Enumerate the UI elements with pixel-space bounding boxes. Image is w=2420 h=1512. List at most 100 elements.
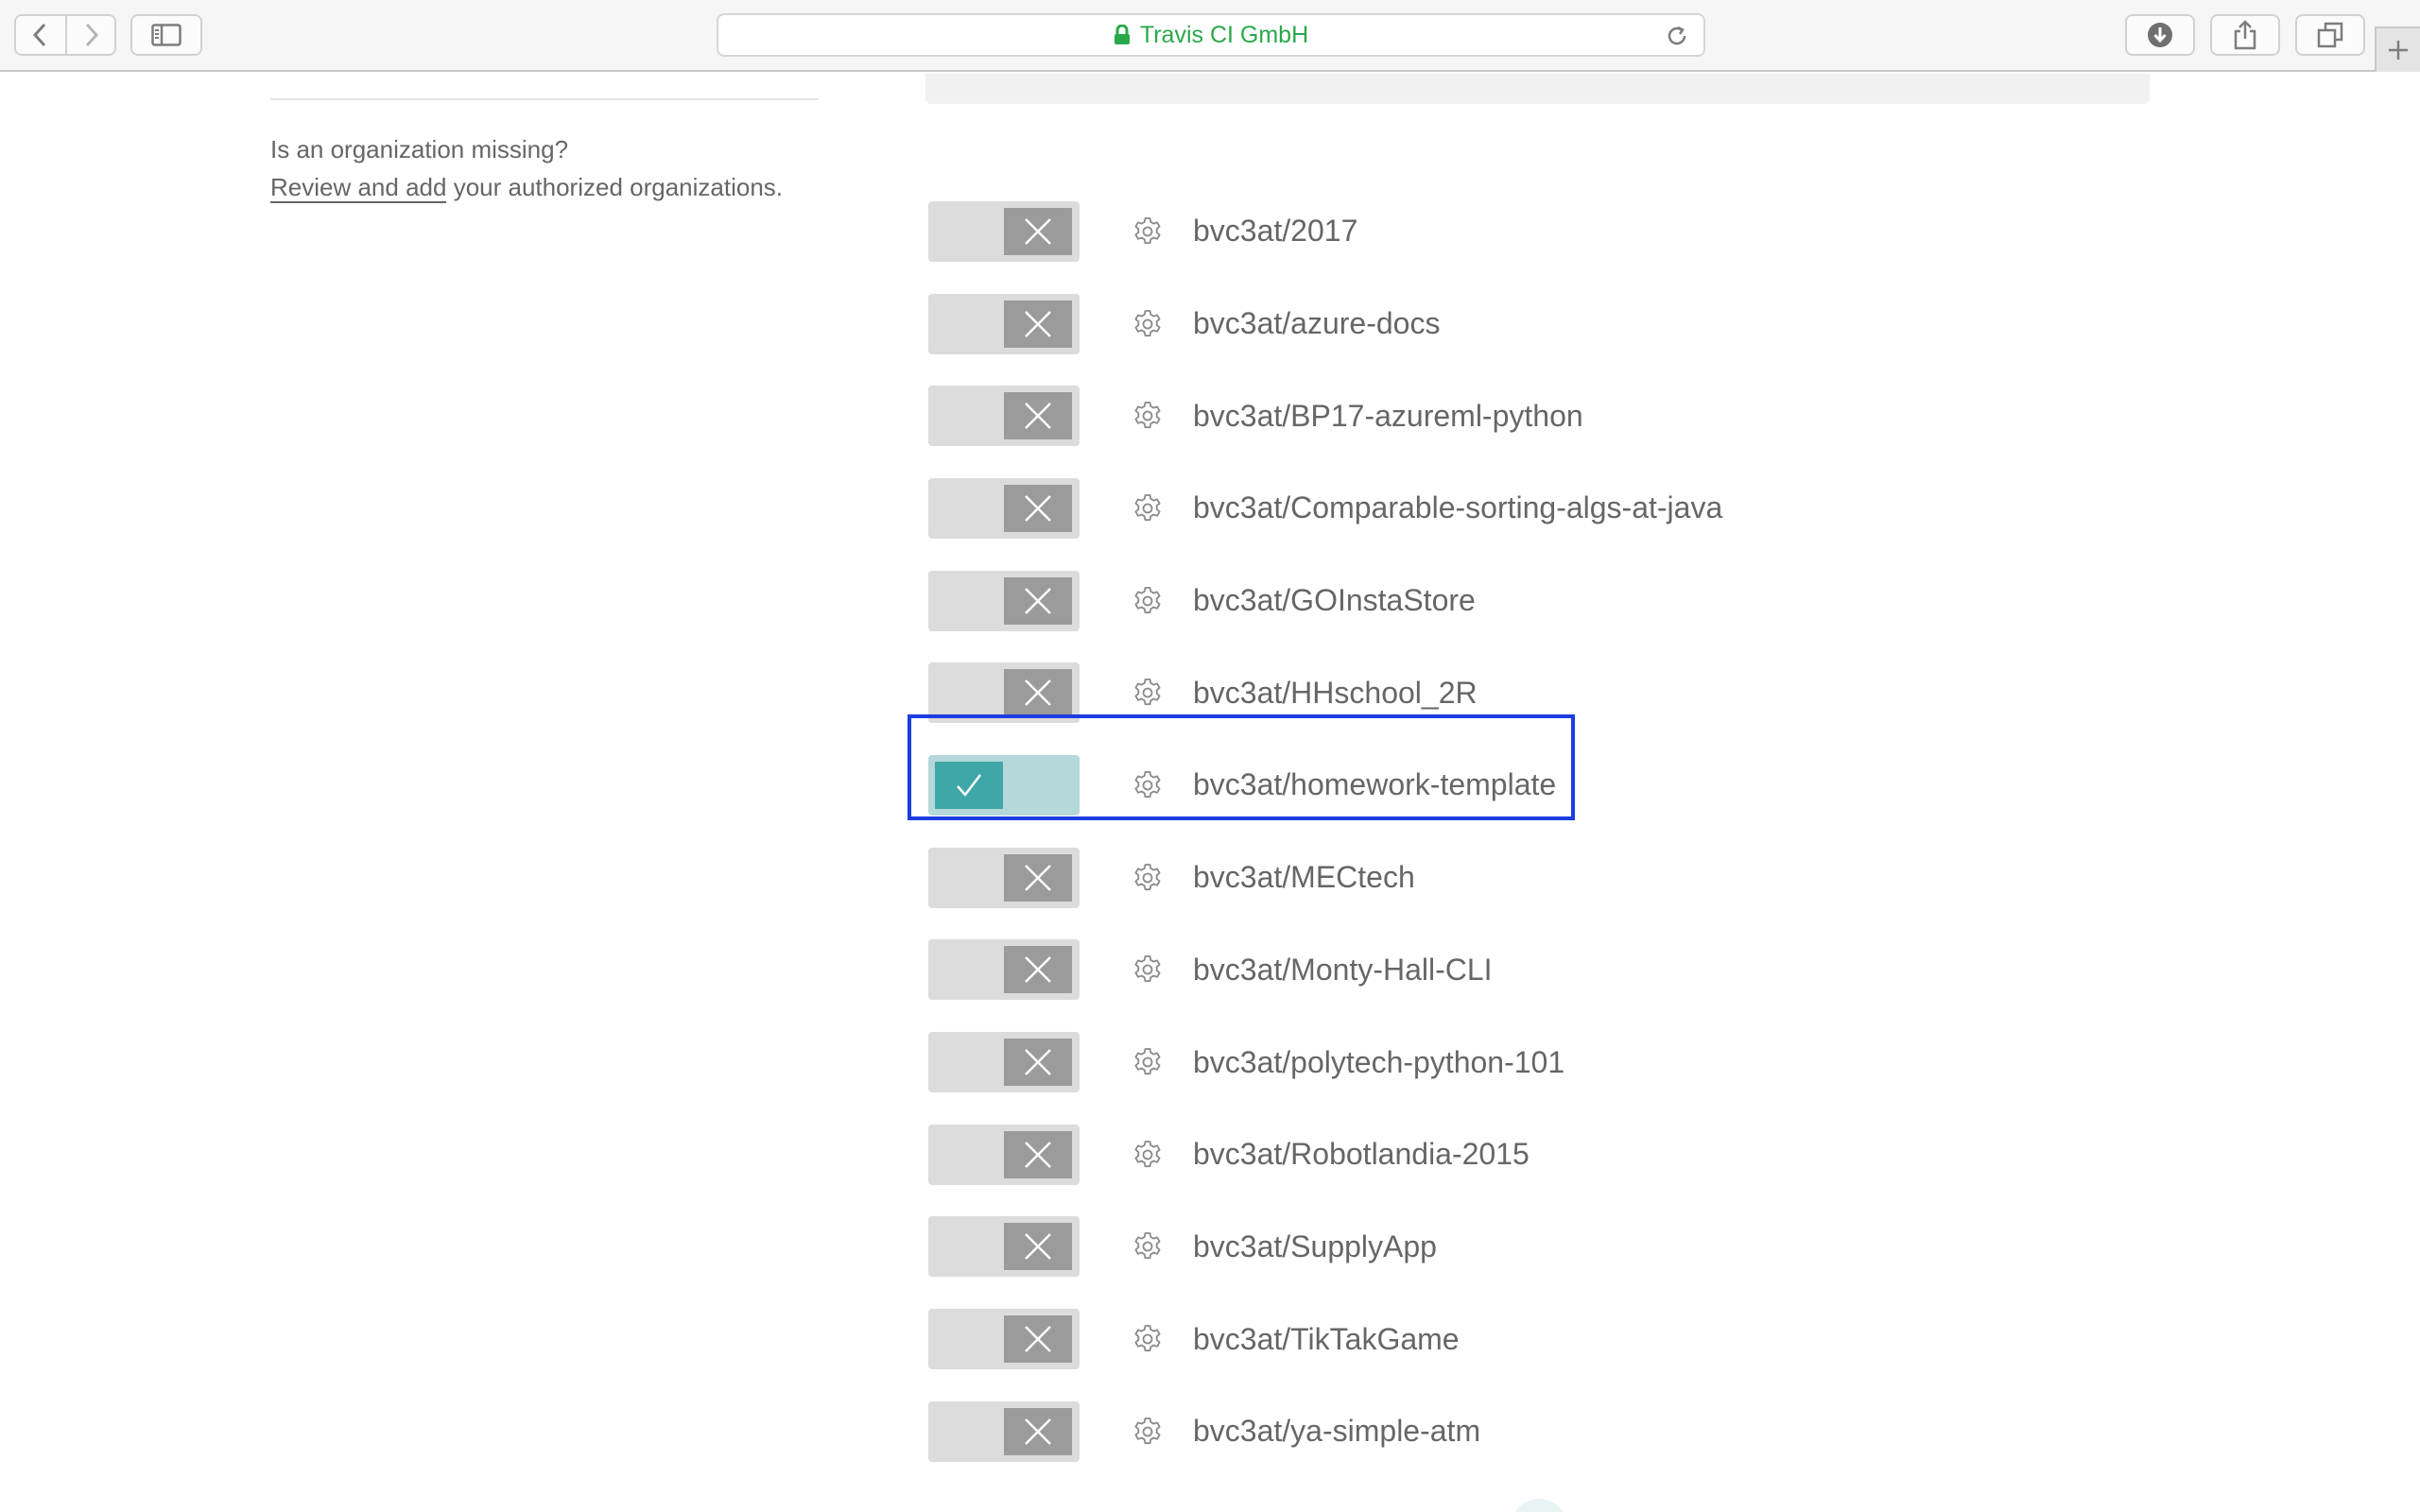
sidebar-icon — [151, 24, 182, 46]
repo-name[interactable]: bvc3at/azure-docs — [1193, 306, 1440, 341]
repo-toggle[interactable] — [928, 1032, 1080, 1093]
repo-name[interactable]: bvc3at/GOInstaStore — [1193, 583, 1476, 618]
repo-name[interactable]: bvc3at/SupplyApp — [1193, 1229, 1437, 1264]
close-icon — [1004, 1223, 1072, 1271]
gear-icon[interactable] — [1132, 1417, 1163, 1447]
repo-row: bvc3at/GOInstaStore — [928, 555, 1722, 647]
repo-toggle[interactable] — [928, 293, 1080, 354]
repo-row: bvc3at/TikTakGame — [928, 1293, 1722, 1385]
close-icon — [1004, 576, 1072, 625]
gear-icon[interactable] — [1132, 309, 1163, 339]
url-text: Travis CI GmbH — [1139, 21, 1309, 48]
repo-name[interactable]: bvc3at/HHschool_2R — [1193, 676, 1478, 711]
share-icon — [2234, 20, 2256, 50]
repo-name[interactable]: bvc3at/2017 — [1193, 214, 1357, 249]
forward-button[interactable] — [65, 16, 114, 54]
review-and-add-link[interactable]: Review and add — [270, 173, 447, 203]
close-icon — [1004, 669, 1072, 717]
repo-name[interactable]: bvc3at/polytech-python-101 — [1193, 1045, 1564, 1080]
gear-icon[interactable] — [1132, 770, 1163, 800]
close-icon — [1004, 207, 1072, 255]
close-icon — [1004, 1130, 1072, 1178]
repo-row: bvc3at/HHschool_2R — [928, 646, 1722, 739]
repo-row: bvc3at/azure-docs — [928, 278, 1722, 370]
reload-button[interactable] — [1664, 23, 1690, 54]
repo-toggle[interactable] — [928, 1309, 1080, 1370]
repo-row: bvc3at/polytech-python-101 — [928, 1016, 1722, 1108]
plus-icon — [2389, 41, 2408, 60]
gear-icon[interactable] — [1132, 1324, 1163, 1354]
gear-icon[interactable] — [1132, 216, 1163, 247]
gear-icon[interactable] — [1132, 863, 1163, 893]
repo-row: bvc3at/MECtech — [928, 832, 1722, 924]
missing-org-trailing: your authorized organizations. — [446, 173, 784, 201]
repo-name[interactable]: bvc3at/BP17-azureml-python — [1193, 399, 1583, 434]
reload-icon — [1668, 26, 1686, 45]
close-icon — [1004, 392, 1072, 440]
repo-toggle[interactable] — [928, 386, 1080, 447]
repo-toggle[interactable] — [928, 570, 1080, 631]
repo-name[interactable]: bvc3at/Robotlandia-2015 — [1193, 1137, 1530, 1172]
browser-toolbar: Travis CI GmbH — [0, 0, 2420, 72]
repo-name[interactable]: bvc3at/homework-template — [1193, 767, 1556, 802]
gear-icon[interactable] — [1132, 493, 1163, 524]
back-button[interactable] — [16, 16, 65, 54]
gear-icon[interactable] — [1132, 1231, 1163, 1262]
repo-toggle[interactable] — [928, 200, 1080, 262]
repo-row: bvc3at/Monty-Hall-CLI — [928, 924, 1722, 1017]
check-icon — [935, 761, 1003, 809]
downloads-group — [2125, 14, 2195, 56]
gear-icon[interactable] — [1132, 586, 1163, 616]
download-icon — [2148, 23, 2172, 47]
close-icon — [1004, 1039, 1072, 1087]
tabs-icon — [2317, 22, 2343, 48]
sidebar-button[interactable] — [132, 16, 200, 54]
repo-name[interactable]: bvc3at/TikTakGame — [1193, 1322, 1460, 1357]
share-group — [2210, 14, 2280, 56]
repo-row: bvc3at/BP17-azureml-python — [928, 369, 1722, 462]
chevron-left-icon — [32, 23, 46, 47]
sidebar-toggle-group — [130, 14, 202, 56]
repo-toggle[interactable] — [928, 1400, 1080, 1462]
lock-icon — [1114, 25, 1130, 44]
repo-toggle[interactable] — [928, 754, 1080, 816]
repo-name[interactable]: bvc3at/ya-simple-atm — [1193, 1414, 1480, 1449]
share-button[interactable] — [2212, 16, 2278, 54]
repo-row: bvc3at/SupplyApp — [928, 1201, 1722, 1294]
repo-toggle[interactable] — [928, 662, 1080, 724]
top-panel-edge — [925, 74, 2150, 104]
gear-icon[interactable] — [1132, 1140, 1163, 1170]
chevron-right-icon — [85, 23, 99, 47]
repo-toggle[interactable] — [928, 939, 1080, 1001]
url-display: Travis CI GmbH — [1114, 22, 1308, 49]
repo-toggle[interactable] — [928, 1216, 1080, 1278]
repo-row: bvc3at/ya-simple-atm — [928, 1385, 1722, 1478]
gear-icon[interactable] — [1132, 954, 1163, 985]
close-icon — [1004, 1407, 1072, 1455]
gear-icon[interactable] — [1132, 401, 1163, 431]
close-icon — [1004, 300, 1072, 348]
gear-icon[interactable] — [1132, 678, 1163, 708]
missing-org-note: Is an organization missing? Review and a… — [270, 130, 783, 206]
tabs-button[interactable] — [2297, 16, 2363, 54]
repo-row: bvc3at/homework-template — [928, 739, 1722, 832]
downloads-button[interactable] — [2127, 16, 2193, 54]
close-icon — [1004, 1315, 1072, 1364]
repo-row: bvc3at/Comparable-sorting-algs-at-java — [928, 462, 1722, 555]
repo-toggle[interactable] — [928, 477, 1080, 539]
missing-org-hint: Review and add your authorized organizat… — [270, 168, 783, 206]
nav-buttons — [14, 14, 116, 56]
help-bubble[interactable] — [1511, 1499, 1567, 1512]
repo-name[interactable]: bvc3at/Monty-Hall-CLI — [1193, 953, 1493, 988]
new-tab-button[interactable] — [2375, 26, 2420, 72]
close-icon — [1004, 484, 1072, 532]
repository-list: bvc3at/2017 bvc3at/azure-docs bvc3at/BP17-… — [928, 185, 1722, 1478]
repo-name[interactable]: bvc3at/MECtech — [1193, 860, 1415, 895]
repo-toggle[interactable] — [928, 847, 1080, 908]
repo-row: bvc3at/2017 — [928, 185, 1722, 278]
repo-toggle[interactable] — [928, 1124, 1080, 1185]
gear-icon[interactable] — [1132, 1047, 1163, 1077]
repo-name[interactable]: bvc3at/Comparable-sorting-algs-at-java — [1193, 490, 1722, 525]
close-icon — [1004, 853, 1072, 902]
address-bar[interactable]: Travis CI GmbH — [717, 13, 1705, 57]
